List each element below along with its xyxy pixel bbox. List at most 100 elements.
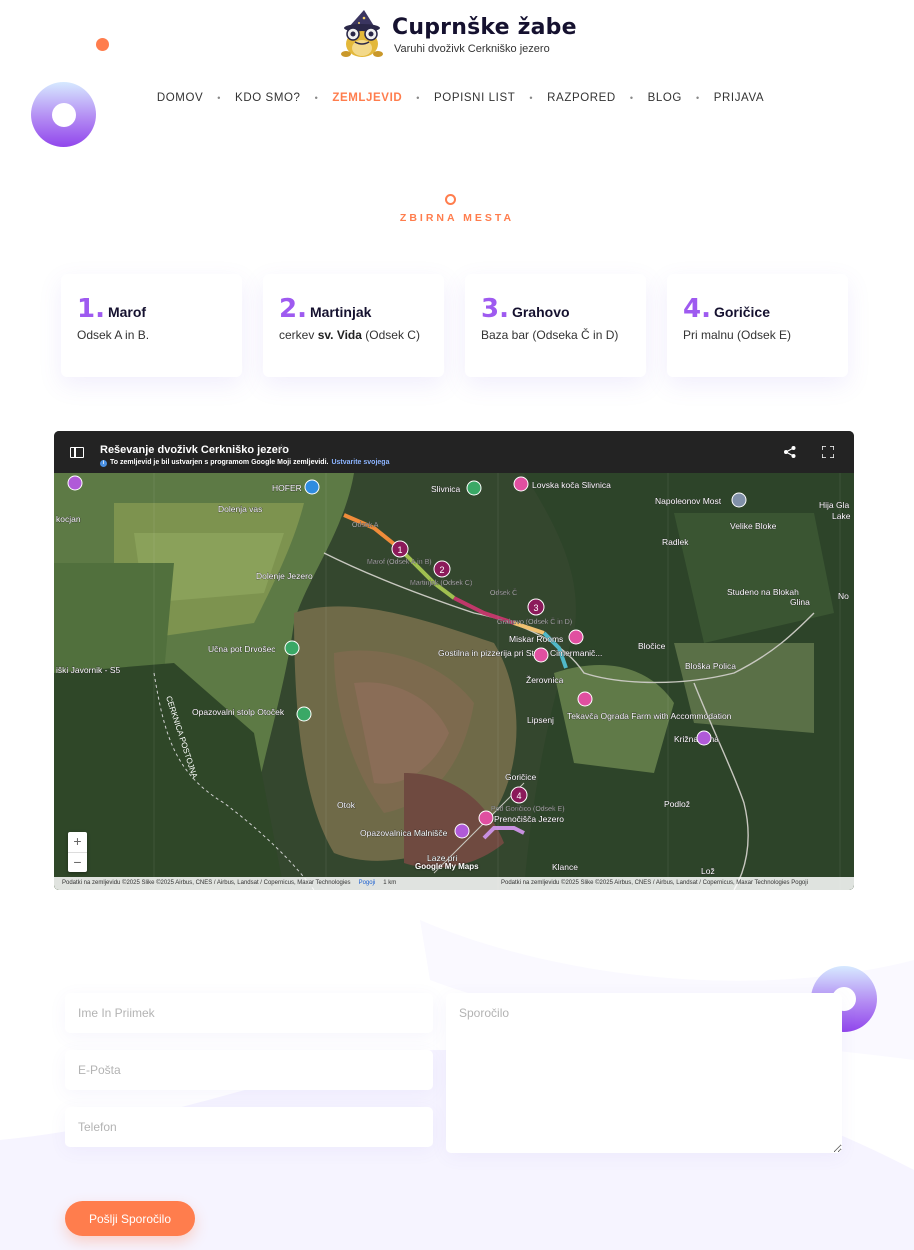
map-place: Žerovnica [526, 675, 564, 685]
zoom-in-button[interactable]: + [68, 832, 87, 852]
route-label: Grahovo (Odsek Č in D) [497, 617, 572, 626]
nav-separator: • [695, 93, 700, 103]
map-terms-link[interactable]: Pogoji [359, 880, 376, 886]
map-marker-3[interactable]: 3 [527, 598, 545, 616]
nav-item-prijava[interactable]: PRIJAVA [714, 92, 764, 104]
map-place: Dolenje Jezero [256, 571, 313, 581]
zoom-controls: + − [68, 832, 87, 872]
card-description: Odsek A in B. [77, 328, 150, 342]
site-title: Cuprnške žabe [392, 15, 577, 40]
card-number: 4. [683, 294, 711, 324]
send-message-button[interactable]: Pošlji Sporočilo [65, 1201, 195, 1236]
nav-separator: • [529, 93, 534, 103]
fullscreen-icon[interactable] [822, 446, 834, 458]
svg-text:2: 2 [439, 565, 444, 575]
card-title: Grahovo [511, 304, 570, 320]
map-place: Goričice [505, 772, 536, 782]
map-place: Otok [337, 800, 356, 810]
card-number: 1. [77, 294, 105, 324]
map-footer: Podatki na zemljevidu ©2025 Slike ©2025 … [54, 877, 854, 890]
nav-item-zemljevid[interactable]: ZEMLJEVID [332, 92, 402, 104]
card-number: 2. [279, 294, 307, 324]
card-description: cerkev sv. Vida (Odsek C) [279, 328, 420, 342]
map-place: Dolenja vas [218, 504, 262, 514]
map-place: Napoleonov Most [655, 496, 722, 506]
frog-wizard-logo-icon [341, 10, 383, 57]
nav-item-blog[interactable]: BLOG [648, 92, 682, 104]
map-marker-2[interactable]: 2 [433, 560, 451, 578]
info-icon: i [100, 460, 107, 467]
map-place: Prenočišča Jezero [494, 814, 564, 824]
map-place: Učna pot Drvošec [208, 644, 276, 654]
map-place: Gostilna in pizzerija pri Stani, Cimerma… [438, 648, 602, 658]
map-place: Podlož [664, 799, 690, 809]
card-marof: 1. Marof Odsek A in B. [61, 274, 242, 377]
map-marker-4[interactable]: 4 [510, 786, 528, 804]
name-input[interactable] [65, 993, 433, 1033]
route-label: Odsek Č [490, 588, 517, 597]
nav-item-domov[interactable]: DOMOV [157, 92, 203, 104]
map-header: Reševanje dvoživk Cerkniško jezero ☆ i To… [54, 431, 854, 473]
map-embed[interactable]: Reševanje dvoživk Cerkniško jezero ☆ i To… [54, 431, 854, 890]
map-place: Slivnica [431, 484, 461, 494]
decor-orange-dot [96, 38, 109, 51]
section-title: ZBIRNA MESTA [399, 212, 515, 224]
map-terms-link-2[interactable]: Pogoji [791, 880, 808, 886]
map-legend-toggle-icon[interactable] [70, 447, 84, 458]
site-logo[interactable]: Cuprnške žabe Varuhi dvoživk Cerkniško j… [338, 10, 577, 60]
map-place: Lake [832, 511, 851, 521]
card-description: Baza bar (Odseka Č in D) [481, 328, 619, 342]
route-label: Pod Goričico (Odsek E) [491, 806, 565, 813]
svg-text:1: 1 [397, 545, 402, 555]
email-input[interactable] [65, 1050, 433, 1090]
map-place: Studeno na Blokah [727, 587, 799, 597]
zoom-out-button[interactable]: − [68, 852, 87, 872]
nav-separator: • [416, 93, 421, 103]
card-description: Pri malnu (Odsek E) [683, 328, 792, 342]
map-place: Bloška Polica [685, 661, 736, 671]
create-own-link[interactable]: Ustvarite svojega [331, 459, 389, 466]
nav-item-kdo-smo[interactable]: KDO SMO? [235, 92, 301, 104]
card-goricice: 4. Goričice Pri malnu (Odsek E) [667, 274, 848, 377]
card-title: Martinjak [309, 304, 372, 320]
map-place: Opazovalni stolp Otoček [192, 707, 285, 717]
map-place: HOFER [272, 483, 302, 493]
map-place: kocjan [56, 514, 81, 524]
map-place: Lipsenj [527, 715, 554, 725]
map-place: Lož [701, 866, 715, 876]
route-label: Marof (Odsek A in B) [367, 559, 432, 566]
card-title: Marof [107, 304, 147, 320]
card-number: 3. [481, 294, 509, 324]
map-title: Reševanje dvoživk Cerkniško jezero [100, 444, 289, 456]
map-marker-1[interactable]: 1 [391, 540, 409, 558]
nav-item-popisni-list[interactable]: POPISNI LIST [434, 92, 515, 104]
satellite-map[interactable]: 1 2 3 4 Odsek A Marof (Odsek A in B) Mar… [54, 473, 854, 890]
map-place: Miskar Rooms [509, 634, 563, 644]
map-place: Tekavča Ograda Farm with Accommodation [567, 711, 732, 721]
section-ring-icon [445, 194, 456, 205]
map-place: Velike Bloke [730, 521, 777, 531]
svg-text:3: 3 [533, 603, 538, 613]
nav-separator: • [217, 93, 222, 103]
nav-item-razpored[interactable]: RAZPORED [547, 92, 616, 104]
nav-separator: • [314, 93, 319, 103]
card-title: Goričice [713, 304, 770, 320]
nav-separator: • [629, 93, 634, 103]
map-place: iški Javornik - S5 [56, 665, 121, 675]
message-textarea[interactable] [446, 993, 842, 1153]
star-icon[interactable]: ☆ [277, 443, 286, 454]
map-attribution-2: Podatki na zemljevidu ©2025 Slike ©2025 … [501, 880, 790, 886]
site-subtitle: Varuhi dvoživk Cerkniško jezero [394, 43, 550, 55]
map-place: Hija Gla [819, 500, 850, 510]
map-place: Radlek [662, 537, 689, 547]
map-place: Opazovalnica Malnišče [360, 828, 448, 838]
map-note: i To zemljevid je bil ustvarjen s program… [100, 459, 389, 467]
map-place: No [838, 591, 849, 601]
map-place: Klance [552, 862, 578, 872]
phone-input[interactable] [65, 1107, 433, 1147]
route-label: Odsek A [352, 522, 379, 529]
map-place: Glina [790, 597, 810, 607]
map-attribution: Podatki na zemljevidu ©2025 Slike ©2025 … [62, 880, 351, 886]
share-icon[interactable] [783, 445, 797, 459]
route-label: Martinjak (Odsek C) [410, 580, 472, 587]
